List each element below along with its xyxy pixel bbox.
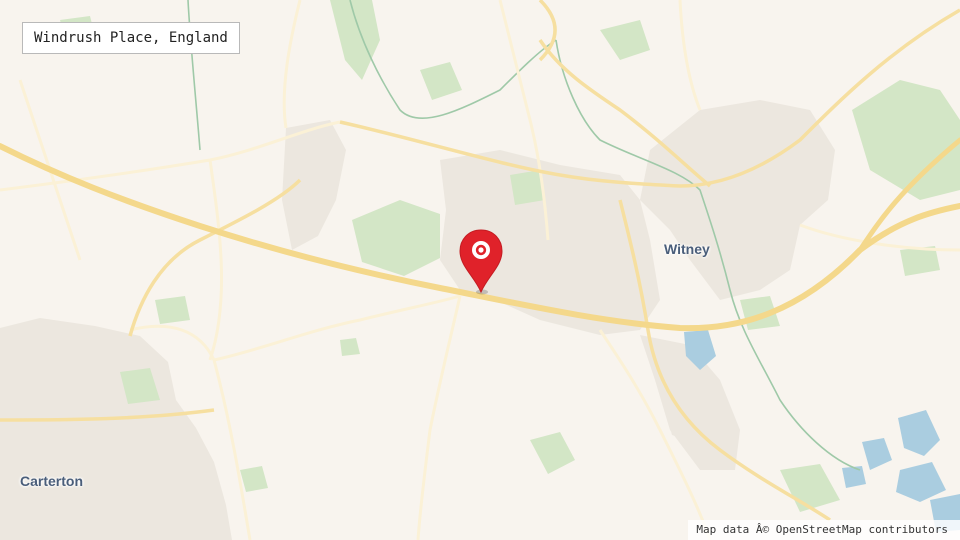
- place-label-carterton: Carterton: [20, 473, 84, 489]
- map-attribution: Map data Â© OpenStreetMap contributors: [688, 520, 960, 540]
- place-label-witney: Witney: [664, 241, 710, 257]
- attribution-text: Map data Â© OpenStreetMap contributors: [696, 523, 948, 536]
- location-label-text: Windrush Place, England: [34, 30, 228, 46]
- map-pin-icon[interactable]: [458, 228, 504, 296]
- location-label: Windrush Place, England: [22, 22, 240, 54]
